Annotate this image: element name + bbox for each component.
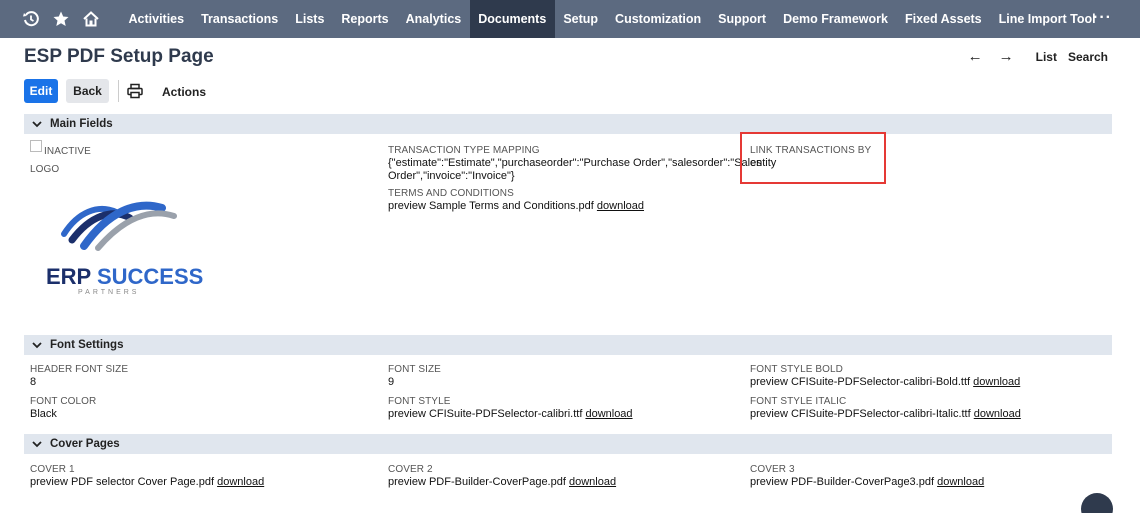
- nav-item-lists[interactable]: Lists: [287, 0, 333, 38]
- cover3-download-link[interactable]: download: [937, 476, 984, 488]
- nav-item-activities[interactable]: Activities: [120, 0, 193, 38]
- more-menu-button[interactable]: ···: [1093, 0, 1112, 38]
- chevron-down-icon: [32, 120, 42, 128]
- logo-wordmark-erp: ERP: [46, 264, 91, 289]
- terms-file-preview[interactable]: preview Sample Terms and Conditions.pdf: [388, 200, 594, 212]
- star-icon[interactable]: [46, 0, 76, 38]
- font-style-italic-file-preview[interactable]: preview CFISuite-PDFSelector-calibri-Ita…: [750, 408, 971, 420]
- link-transactions-by-value: entity: [750, 157, 777, 169]
- nav-item-documents[interactable]: Documents: [469, 0, 555, 38]
- section-main-fields[interactable]: Main Fields: [24, 114, 1112, 134]
- transaction-type-mapping-line1: {"estimate":"Estimate","purchaseorder":"…: [388, 157, 762, 169]
- forward-arrow-icon[interactable]: →: [999, 49, 1014, 64]
- nav-item-support[interactable]: Support: [710, 0, 775, 38]
- record-navigation: ← → List Search: [968, 49, 1108, 64]
- inactive-checkbox[interactable]: [30, 140, 42, 152]
- terms-value: preview Sample Terms and Conditions.pdf …: [388, 200, 644, 212]
- font-style-italic-value: preview CFISuite-PDFSelector-calibri-Ita…: [750, 408, 1021, 420]
- transaction-type-mapping-line2: Order","invoice":"Invoice"}: [388, 170, 515, 182]
- list-link[interactable]: List: [1036, 50, 1057, 64]
- edit-button[interactable]: Edit: [24, 79, 58, 103]
- font-size-value: 9: [388, 376, 395, 388]
- page-title: ESP PDF Setup Page: [24, 46, 214, 67]
- font-style-label: FONT STYLE: [388, 396, 451, 407]
- logo-tagline: PARTNERS: [78, 289, 140, 296]
- nav-item-transactions[interactable]: Transactions: [193, 0, 287, 38]
- logo-wordmark: ERP SUCCESS: [46, 264, 203, 290]
- cover3-label: COVER 3: [750, 464, 795, 475]
- terms-download-link[interactable]: download: [597, 200, 644, 212]
- actions-menu[interactable]: Actions: [162, 85, 206, 99]
- chevron-down-icon: [32, 341, 42, 349]
- nav-menu: Activities Transactions Lists Reports An…: [120, 0, 1104, 38]
- top-nav-bar: Activities Transactions Lists Reports An…: [0, 0, 1140, 38]
- font-size-label: FONT SIZE: [388, 364, 441, 375]
- search-link[interactable]: Search: [1068, 50, 1108, 64]
- inactive-label: INACTIVE: [44, 146, 91, 157]
- nav-item-fixed-assets[interactable]: Fixed Assets: [896, 0, 990, 38]
- cover1-value: preview PDF selector Cover Page.pdf down…: [30, 476, 264, 488]
- font-style-value: preview CFISuite-PDFSelector-calibri.ttf…: [388, 408, 633, 420]
- section-title: Main Fields: [50, 118, 113, 130]
- font-style-italic-download-link[interactable]: download: [974, 408, 1021, 420]
- cover1-label: COVER 1: [30, 464, 75, 475]
- nav-item-reports[interactable]: Reports: [333, 0, 397, 38]
- cover2-value: preview PDF-Builder-CoverPage.pdf downlo…: [388, 476, 616, 488]
- cover2-download-link[interactable]: download: [569, 476, 616, 488]
- font-style-italic-label: FONT STYLE ITALIC: [750, 396, 847, 407]
- font-color-value: Black: [30, 408, 57, 420]
- font-color-label: FONT COLOR: [30, 396, 97, 407]
- header-font-size-label: HEADER FONT SIZE: [30, 364, 129, 375]
- help-chat-button[interactable]: [1081, 493, 1113, 513]
- header-font-size-value: 8: [30, 376, 37, 388]
- home-icon[interactable]: [76, 0, 106, 38]
- toolbar-divider: [118, 80, 119, 102]
- nav-item-analytics[interactable]: Analytics: [397, 0, 470, 38]
- cover2-file-preview[interactable]: preview PDF-Builder-CoverPage.pdf: [388, 476, 566, 488]
- cover3-value: preview PDF-Builder-CoverPage3.pdf downl…: [750, 476, 984, 488]
- font-style-bold-label: FONT STYLE BOLD: [750, 364, 844, 375]
- cover1-download-link[interactable]: download: [217, 476, 264, 488]
- section-font-settings[interactable]: Font Settings: [24, 335, 1112, 355]
- chevron-down-icon: [32, 440, 42, 448]
- cover3-file-preview[interactable]: preview PDF-Builder-CoverPage3.pdf: [750, 476, 934, 488]
- font-style-download-link[interactable]: download: [585, 408, 632, 420]
- history-icon[interactable]: [16, 0, 46, 38]
- nav-item-customization[interactable]: Customization: [607, 0, 710, 38]
- logo-label: LOGO: [30, 164, 60, 175]
- nav-item-demo-framework[interactable]: Demo Framework: [775, 0, 897, 38]
- font-style-bold-download-link[interactable]: download: [973, 376, 1020, 388]
- link-transactions-by-label: LINK TRANSACTIONS BY: [750, 145, 872, 156]
- back-arrow-icon[interactable]: ←: [968, 49, 983, 64]
- font-style-file-preview[interactable]: preview CFISuite-PDFSelector-calibri.ttf: [388, 408, 582, 420]
- cover2-label: COVER 2: [388, 464, 433, 475]
- nav-item-setup[interactable]: Setup: [555, 0, 607, 38]
- section-title: Cover Pages: [50, 438, 120, 450]
- font-style-bold-value: preview CFISuite-PDFSelector-calibri-Bol…: [750, 376, 1020, 388]
- cover1-file-preview[interactable]: preview PDF selector Cover Page.pdf: [30, 476, 214, 488]
- section-cover-pages[interactable]: Cover Pages: [24, 434, 1112, 454]
- print-icon[interactable]: [125, 80, 145, 102]
- terms-label: TERMS AND CONDITIONS: [388, 188, 514, 199]
- section-title: Font Settings: [50, 339, 124, 351]
- font-style-bold-file-preview[interactable]: preview CFISuite-PDFSelector-calibri-Bol…: [750, 376, 970, 388]
- back-button[interactable]: Back: [66, 79, 109, 103]
- logo-wordmark-success: SUCCESS: [90, 264, 204, 289]
- transaction-type-mapping-label: TRANSACTION TYPE MAPPING: [388, 145, 540, 156]
- nav-item-line-import-tool[interactable]: Line Import Tool: [990, 0, 1104, 38]
